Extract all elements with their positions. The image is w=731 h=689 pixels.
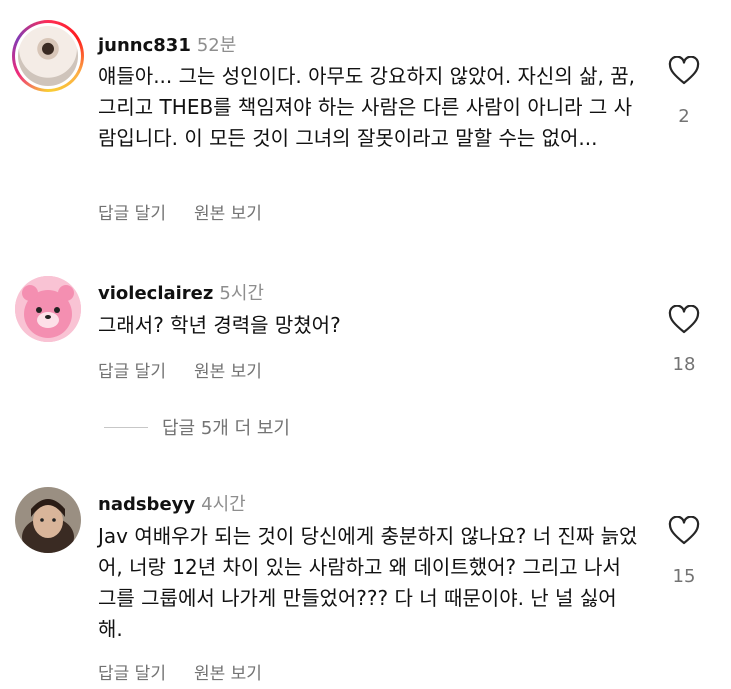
comment-actions: 답글 달기 원본 보기 — [98, 199, 290, 224]
profile-photo-icon — [15, 487, 81, 553]
see-original-button[interactable]: 원본 보기 — [194, 664, 262, 684]
see-original-button[interactable]: 원본 보기 — [194, 362, 262, 382]
heart-outline-icon[interactable] — [668, 304, 700, 335]
reply-button[interactable]: 답글 달기 — [98, 362, 166, 382]
comment-text: 얘들아... 그는 성인이다. 아무도 강요하지 않았어. 자신의 삶, 꿈, … — [98, 64, 635, 150]
username[interactable]: nadsbeyy — [98, 494, 195, 515]
username[interactable]: violeclairez — [98, 283, 213, 304]
avatar-story-ring[interactable] — [12, 20, 84, 92]
comment-actions: 답글 달기 원본 보기 — [98, 357, 290, 382]
see-original-button[interactable]: 원본 보기 — [194, 204, 262, 224]
pink-character-icon — [15, 276, 81, 342]
timestamp: 52분 — [196, 35, 237, 56]
comment-text: Jav 여배우가 되는 것이 당신에게 충분하지 않나요? 너 진짜 늙었어, … — [98, 524, 638, 641]
reply-button[interactable]: 답글 달기 — [98, 204, 166, 224]
like-count: 18 — [672, 354, 696, 375]
like-count: 2 — [678, 106, 690, 127]
view-more-replies-label: 답글 5개 더 보기 — [162, 418, 290, 439]
comment-text: 그래서? 학년 경력을 망쳤어? — [98, 313, 341, 337]
heart-outline-icon[interactable] — [668, 515, 700, 546]
username[interactable]: junnc831 — [98, 35, 191, 56]
avatar[interactable] — [15, 487, 81, 553]
avatar[interactable] — [15, 276, 81, 342]
comment-meta: nadsbeyy 4시간 — [98, 490, 246, 516]
comment-meta: violeclairez 5시간 — [98, 279, 264, 305]
like-count: 15 — [672, 566, 696, 587]
view-more-replies-button[interactable]: 답글 5개 더 보기 — [104, 413, 290, 441]
replies-divider — [104, 426, 148, 428]
heart-outline-icon[interactable] — [668, 55, 700, 86]
comment-actions: 답글 달기 원본 보기 — [98, 659, 290, 684]
avatar — [18, 26, 78, 86]
comment-meta: junnc831 52분 — [98, 31, 236, 57]
reply-button[interactable]: 답글 달기 — [98, 664, 166, 684]
timestamp: 5시간 — [219, 283, 264, 304]
timestamp: 4시간 — [201, 494, 246, 515]
